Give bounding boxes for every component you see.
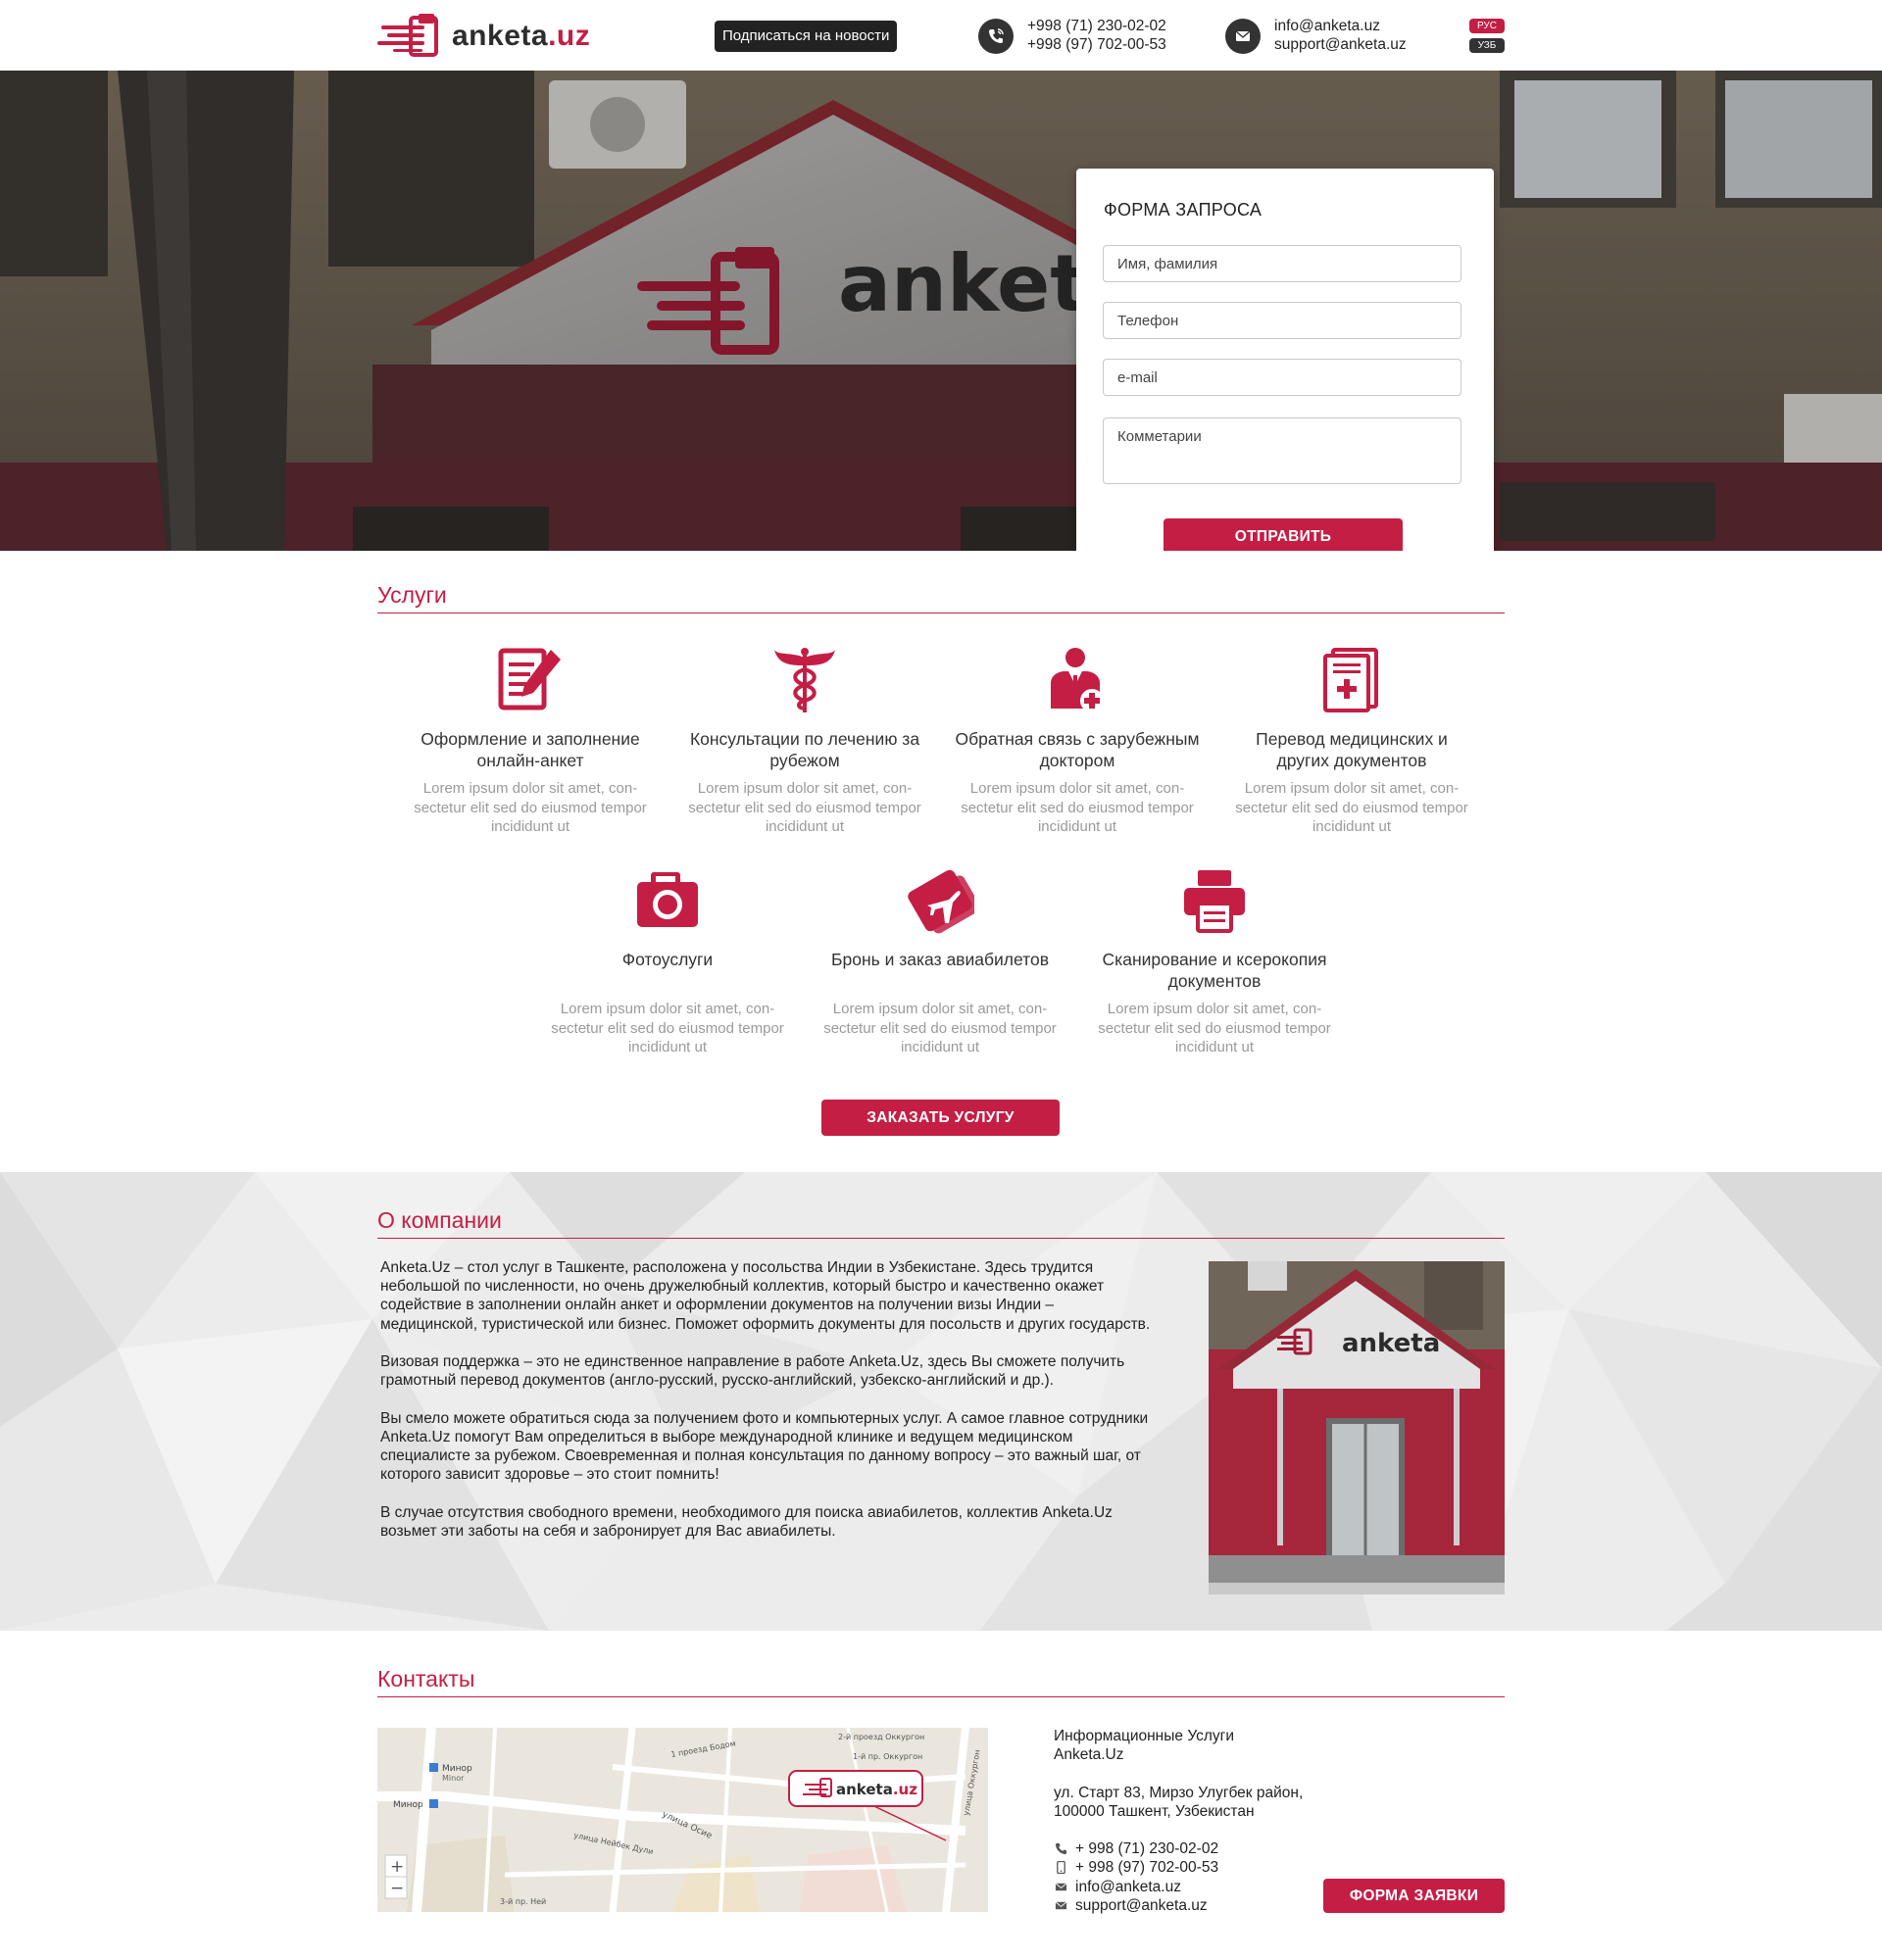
service-title: Бронь и заказ авиабилетов bbox=[831, 950, 1049, 969]
map-marker-suffix: .uz bbox=[893, 1781, 917, 1798]
site-logo[interactable]: anketa.uz bbox=[377, 14, 590, 59]
company-name-line: Anketa.Uz bbox=[1054, 1746, 1124, 1764]
phone-icon bbox=[978, 19, 1014, 54]
map-label: 2-й проезд Оккургон bbox=[838, 1733, 924, 1741]
lang-ru-button[interactable]: РУС bbox=[1469, 19, 1505, 33]
office-photo: anketa bbox=[1209, 1261, 1505, 1594]
logo-name: anketa bbox=[452, 20, 549, 52]
map-label: Minor bbox=[442, 1774, 465, 1783]
mail-icon bbox=[1054, 1898, 1067, 1912]
service-title: Сканирование и ксерокопия документов bbox=[1102, 950, 1327, 991]
map-marker[interactable]: anketa.uz bbox=[836, 1781, 917, 1798]
company-name-line: Информационные Услуги bbox=[1054, 1728, 1234, 1744]
location-map[interactable]: Минор Minor Минор 1 проезд Бодом 1-й пр.… bbox=[377, 1728, 988, 1912]
photo-sign-text: anketa bbox=[1342, 1329, 1440, 1358]
service-title: Консультации по лечению за рубежом bbox=[689, 729, 920, 770]
request-form-button[interactable]: ФОРМА ЗАЯВКИ bbox=[1323, 1879, 1505, 1913]
plane-ticket-icon bbox=[906, 866, 974, 935]
contact-phone-2[interactable]: + 998 (97) 702-00-53 bbox=[1075, 1858, 1218, 1877]
logo-suffix: .uz bbox=[548, 20, 591, 52]
service-item[interactable]: Фотоуслуги Lorem ipsum dolor sit amet, c… bbox=[545, 866, 790, 1057]
service-item[interactable]: Оформление и заполнение онлайн-анкет Lor… bbox=[408, 646, 653, 837]
about-text: Anketa.Uz – стол услуг в Ташкенте, распо… bbox=[380, 1258, 1155, 1559]
header-phone-2[interactable]: +998 (97) 702-00-53 bbox=[1027, 35, 1166, 54]
service-description: Lorem ipsum dolor sit amet, con-sectetur… bbox=[823, 1001, 1057, 1055]
address-line: ул. Старт 83, Мирзо Улугбек район, bbox=[1054, 1784, 1304, 1801]
hero-photo: anket bbox=[0, 71, 1882, 551]
doctor-icon bbox=[1043, 646, 1112, 714]
service-description: Lorem ipsum dolor sit amet, con-sectetur… bbox=[1235, 780, 1468, 835]
mail-icon bbox=[1225, 19, 1261, 54]
form-title: ФОРМА ЗАПРОСА bbox=[1104, 200, 1263, 220]
service-description: Lorem ipsum dolor sit amet, con-sectetur… bbox=[688, 780, 921, 835]
form-edit-icon bbox=[496, 646, 565, 714]
request-form: ФОРМА ЗАПРОСА ОТПРАВИТЬ bbox=[1076, 169, 1494, 551]
service-description: Lorem ipsum dolor sit amet, con-sectetur… bbox=[414, 780, 647, 835]
phone-input[interactable] bbox=[1103, 302, 1461, 339]
header-phones: +998 (71) 230-02-02 +998 (97) 702-00-53 bbox=[978, 17, 1166, 54]
hero-banner: anket ФОРМА ЗАПРОСА ОТПРАВИТЬ bbox=[0, 71, 1882, 551]
map-label: Минор bbox=[393, 1800, 423, 1810]
service-description: Lorem ipsum dolor sit amet, con-sectetur… bbox=[551, 1001, 784, 1055]
service-item[interactable]: Консультации по лечению за рубежом Lorem… bbox=[682, 646, 927, 837]
name-input[interactable] bbox=[1103, 245, 1461, 282]
contact-details: Информационные Услуги Anketa.Uz ул. Стар… bbox=[1054, 1727, 1303, 1915]
map-label: Минор bbox=[442, 1764, 472, 1774]
about-paragraph: Вы смело можете обратиться сюда за получ… bbox=[380, 1409, 1149, 1484]
comment-textarea[interactable] bbox=[1103, 417, 1461, 484]
service-description: Lorem ipsum dolor sit amet, con-sectetur… bbox=[1098, 1001, 1331, 1055]
service-title: Фотоуслуги bbox=[621, 950, 714, 969]
subscribe-button[interactable]: Подписаться на новости bbox=[715, 21, 898, 52]
service-item[interactable]: Перевод медицинских и других документов … bbox=[1229, 646, 1474, 837]
service-title: Оформление и заполнение онлайн-анкет bbox=[421, 729, 640, 770]
about-section: О компании Anketa.Uz – стол услуг в Ташк… bbox=[0, 1172, 1882, 1631]
about-heading: О компании bbox=[377, 1207, 1505, 1239]
caduceus-icon bbox=[770, 646, 839, 714]
logo-document-icon bbox=[377, 14, 438, 57]
contact-phone-1[interactable]: + 998 (71) 230-02-02 bbox=[1075, 1839, 1218, 1858]
about-paragraph: Визовая поддержка – это не единственное … bbox=[380, 1353, 1125, 1390]
mail-icon bbox=[1054, 1880, 1067, 1893]
email-input[interactable] bbox=[1103, 359, 1461, 396]
submit-button[interactable]: ОТПРАВИТЬ bbox=[1164, 518, 1403, 551]
order-service-button[interactable]: ЗАКАЗАТЬ УСЛУГУ bbox=[821, 1100, 1060, 1136]
zoom-out-button[interactable]: − bbox=[390, 1879, 404, 1898]
header-email-2[interactable]: support@anketa.uz bbox=[1274, 35, 1407, 54]
service-item[interactable]: Обратная связь с зарубежным доктором Lor… bbox=[955, 646, 1200, 837]
service-item[interactable]: Сканирование и ксерокопия документов Lor… bbox=[1092, 866, 1337, 1057]
map-label: 1-й пр. Оккургон bbox=[853, 1752, 922, 1761]
service-title: Перевод медицинских и других документов bbox=[1256, 729, 1448, 770]
map-label: 3-й пр. Ней bbox=[500, 1897, 546, 1906]
lang-uz-button[interactable]: УЗБ bbox=[1469, 38, 1505, 53]
header-email-1[interactable]: info@anketa.uz bbox=[1274, 17, 1407, 35]
services-heading: Услуги bbox=[377, 582, 1505, 613]
header-emails: info@anketa.uz support@anketa.uz bbox=[1225, 17, 1407, 54]
zoom-in-button[interactable]: + bbox=[390, 1857, 404, 1877]
service-description: Lorem ipsum dolor sit amet, con-sectetur… bbox=[961, 780, 1194, 835]
map-marker-name: anketa bbox=[836, 1781, 893, 1798]
contact-email-2[interactable]: support@anketa.uz bbox=[1075, 1896, 1208, 1915]
about-paragraph: В случае отсутствия свободного времени, … bbox=[380, 1503, 1113, 1540]
phone-icon bbox=[1054, 1842, 1067, 1856]
camera-icon bbox=[633, 866, 702, 935]
service-title: Обратная связь с зарубежным доктором bbox=[955, 729, 1200, 770]
header-phone-1[interactable]: +998 (71) 230-02-02 bbox=[1027, 17, 1166, 35]
service-item[interactable]: Бронь и заказ авиабилетов Lorem ipsum do… bbox=[817, 866, 1063, 1057]
mobile-icon bbox=[1054, 1861, 1067, 1875]
site-header: anketa.uz Подписаться на новости +998 (7… bbox=[0, 0, 1882, 71]
about-paragraph: Anketa.Uz – стол услуг в Ташкенте, распо… bbox=[380, 1259, 1151, 1333]
medical-document-icon bbox=[1317, 646, 1386, 714]
address-line: 100000 Ташкент, Узбекистан bbox=[1054, 1802, 1255, 1820]
contact-email-1[interactable]: info@anketa.uz bbox=[1075, 1878, 1181, 1896]
contacts-heading: Контакты bbox=[377, 1666, 1505, 1697]
printer-icon bbox=[1180, 866, 1249, 935]
